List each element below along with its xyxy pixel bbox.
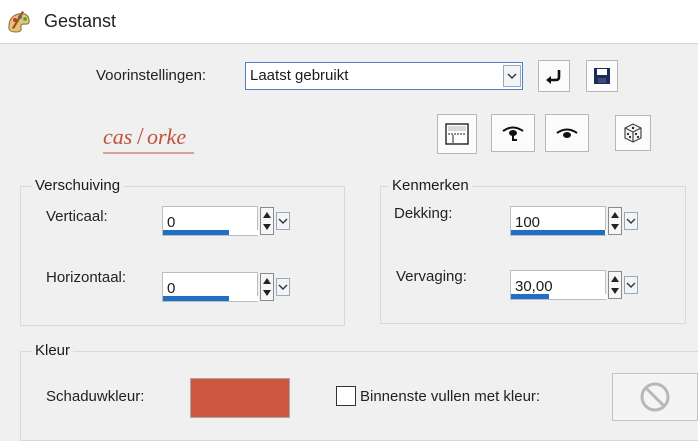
presets-value: Laatst gebruikt: [250, 67, 349, 84]
horizontal-stepper[interactable]: [260, 272, 292, 302]
fill-inside-label[interactable]: Binnenste vullen met kleur:: [360, 388, 540, 405]
offset-group-title: Verschuiving: [32, 177, 124, 194]
chevron-down-icon[interactable]: [624, 276, 638, 294]
opacity-stepper[interactable]: [608, 206, 640, 236]
castorke-logo: cas / orke: [103, 124, 194, 154]
eye-icon: [556, 128, 578, 138]
no-symbol-icon: [640, 382, 670, 412]
horizontal-slider-bar[interactable]: [163, 296, 229, 301]
opacity-value: 100: [515, 214, 541, 231]
spin-arrows-icon[interactable]: [608, 207, 622, 235]
svg-text:cas: cas: [103, 124, 132, 149]
title-bar: Gestanst: [0, 0, 698, 44]
chevron-down-icon[interactable]: [624, 212, 638, 230]
opacity-label: Dekking:: [394, 205, 453, 222]
proof-eye-button[interactable]: [545, 114, 589, 152]
blur-stepper[interactable]: [608, 270, 640, 300]
shadow-color-swatch[interactable]: [190, 378, 290, 418]
color-group-title: Kleur: [32, 342, 74, 359]
window-title: Gestanst: [44, 11, 117, 31]
chevron-down-icon[interactable]: [276, 212, 290, 230]
blur-slider-bar[interactable]: [511, 294, 549, 299]
presets-label: Voorinstellingen:: [96, 67, 207, 84]
proof-button[interactable]: [437, 114, 477, 154]
dice-icon: [624, 123, 642, 143]
svg-text:orke: orke: [147, 124, 186, 149]
vertical-input[interactable]: 0: [162, 206, 259, 236]
vertical-stepper[interactable]: [260, 206, 292, 236]
paint-palette-icon: [8, 11, 30, 33]
opacity-input[interactable]: 100: [510, 206, 607, 236]
floppy-disk-icon: [594, 68, 610, 84]
auto-proof-button[interactable]: [491, 114, 535, 152]
vertical-label: Verticaal:: [46, 208, 108, 225]
preview-window-icon: [445, 123, 469, 145]
chevron-down-icon[interactable]: [503, 65, 521, 87]
randomize-button[interactable]: [615, 115, 651, 151]
blur-input[interactable]: 30,00: [510, 270, 607, 300]
vertical-value: 0: [167, 214, 176, 231]
opacity-slider-bar[interactable]: [511, 230, 605, 235]
spin-arrows-icon[interactable]: [608, 271, 622, 299]
presets-dropdown[interactable]: Laatst gebruikt: [245, 62, 523, 90]
spin-arrows-icon[interactable]: [260, 273, 274, 301]
properties-group-title: Kenmerken: [389, 177, 472, 194]
vertical-slider-bar[interactable]: [163, 230, 229, 235]
auto-proof-eye-icon: [502, 126, 524, 141]
horizontal-label: Horizontaal:: [46, 269, 127, 286]
fill-inside-checkbox[interactable]: [336, 386, 356, 406]
reset-arrow-icon: [546, 70, 561, 84]
reset-button[interactable]: [538, 60, 570, 92]
fill-color-swatch[interactable]: [612, 373, 698, 421]
svg-text:/: /: [137, 124, 144, 150]
horizontal-input[interactable]: 0: [162, 272, 259, 302]
blur-value: 30,00: [515, 278, 553, 295]
horizontal-value: 0: [167, 280, 176, 297]
save-preset-button[interactable]: [586, 60, 618, 92]
blur-label: Vervaging:: [396, 268, 467, 285]
shadow-color-label: Schaduwkleur:: [46, 388, 145, 405]
spin-arrows-icon[interactable]: [260, 207, 274, 235]
chevron-down-icon[interactable]: [276, 278, 290, 296]
